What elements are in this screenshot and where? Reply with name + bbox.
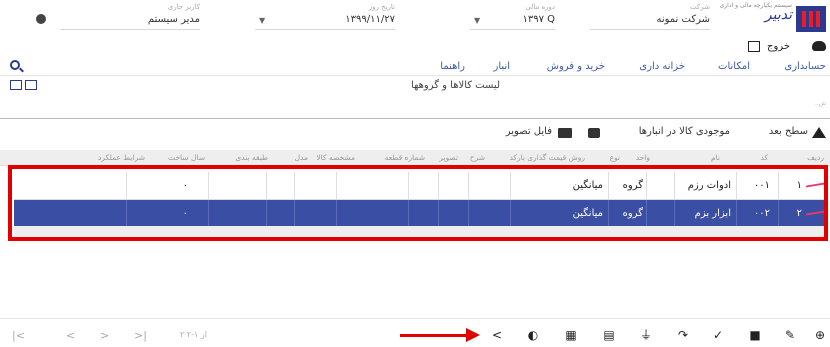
main-menu-bar: حسابداری امکانات خزانه داری خرید و فروش … <box>0 58 830 76</box>
column-header[interactable]: شرح <box>470 153 485 162</box>
redo-icon[interactable]: ↷ <box>677 329 689 341</box>
add-icon[interactable]: ⊕ <box>814 329 826 341</box>
next-level-button[interactable]: سطح بعد <box>769 126 808 137</box>
column-header[interactable]: طبقه بندی <box>235 153 268 162</box>
fiscal-year-caption: دوره مالی <box>525 3 555 11</box>
first-page-button[interactable]: |< <box>12 329 25 342</box>
pie-chart-icon[interactable]: ◐ <box>527 329 539 341</box>
current-user-field: کاربر جاری مدیر سیستم <box>60 3 200 30</box>
next-page-button[interactable]: > <box>100 329 109 342</box>
column-header[interactable]: تصویر <box>439 153 458 162</box>
current-user-value: مدیر سیستم <box>147 14 200 25</box>
page-info: ۲ از ۱-۲ <box>180 330 207 339</box>
menu-item-features[interactable]: امکانات <box>718 61 750 72</box>
date-value: ۱۳۹۹/۱۱/۲۷ <box>345 14 395 25</box>
maximize-icon[interactable] <box>25 80 37 90</box>
column-header[interactable]: شرایط عملکرد <box>98 153 145 162</box>
date-caption: تاریخ روز <box>368 3 395 11</box>
prev-page-button[interactable]: < <box>66 329 75 342</box>
column-header[interactable]: سال ساخت <box>168 153 205 162</box>
annotation-arrow <box>400 334 470 337</box>
restore-icon[interactable] <box>10 80 22 90</box>
last-page-button[interactable]: >| <box>134 329 147 342</box>
menu-item-accounting[interactable]: حسابداری <box>784 61 826 72</box>
date-field[interactable]: تاریخ روز ۱۳۹۹/۱۱/۲۷ ▼ <box>255 3 395 30</box>
top-info-bar: کاربر جاری مدیر سیستم تاریخ روز ۱۳۹۹/۱۱/… <box>0 0 830 34</box>
app-logo: سیستم یکپارچه مالی و اداری تدبیر <box>714 2 826 34</box>
stock-button[interactable]: موجودی کالا در انبارها <box>639 126 730 137</box>
column-header[interactable]: مشخصه کالا <box>316 153 355 162</box>
edit-icon[interactable]: ✎ <box>784 329 796 341</box>
column-header[interactable]: مدل <box>295 153 308 162</box>
print-icon[interactable]: ▤ <box>603 329 615 341</box>
divider <box>0 318 830 319</box>
bottom-bar: |< < > >| ۲ از ۱-۲ < ◐ ▦ ▤ ⏚ ↷ ✓ ■ ✎ ⊕ <box>0 322 830 347</box>
column-header[interactable]: شماره قطعه <box>385 153 425 162</box>
list-toolbar: سطح بعد موجودی کالا در انبارها فایل تصوی… <box>0 122 830 142</box>
column-header[interactable]: روش قیمت گذاری <box>527 153 585 162</box>
image-file-button[interactable]: فایل تصویر <box>506 126 552 137</box>
menu-item-help[interactable]: راهنما <box>440 61 465 72</box>
cloud-icon[interactable] <box>812 41 826 51</box>
search-icon[interactable] <box>10 60 20 70</box>
highlight-frame <box>8 165 828 241</box>
menu-item-warehouse[interactable]: انبار <box>494 61 510 72</box>
company-value: شرکت نمونه <box>656 14 710 25</box>
share-icon[interactable]: < <box>491 329 503 341</box>
exit-label[interactable]: خروج <box>767 41 790 52</box>
stock-icon <box>588 128 600 138</box>
column-header[interactable]: بارکد <box>509 153 525 162</box>
delete-icon[interactable]: ■ <box>749 329 761 341</box>
table-header: ردیف کد نام واحد نوع روش قیمت گذاری بارک… <box>0 150 830 166</box>
image-icon <box>558 128 572 138</box>
company-caption: شرکت <box>690 3 710 11</box>
page-title: لیست کالاها و گروهها <box>410 80 500 91</box>
filter-icon[interactable]: ⏚ <box>640 329 652 341</box>
exit-row: خروج <box>0 38 830 56</box>
column-header[interactable]: واحد <box>636 153 650 162</box>
column-header[interactable]: ردیف <box>807 153 824 162</box>
level-up-icon[interactable] <box>812 127 826 138</box>
page-title-row: لیست کالاها و گروهها <box>0 78 830 94</box>
hint-text: ..ش <box>814 100 826 107</box>
menu-item-sales[interactable]: خرید و فروش <box>547 61 605 72</box>
divider <box>0 118 830 119</box>
fiscal-year-field[interactable]: دوره مالی ۱۳۹۷ Q ▼ <box>470 3 555 30</box>
fiscal-year-value: ۱۳۹۷ Q <box>522 14 555 25</box>
company-field[interactable]: شرکت شرکت نمونه <box>590 3 710 30</box>
column-header[interactable]: نام <box>711 153 720 162</box>
user-icon <box>36 14 46 24</box>
column-header[interactable]: کد <box>760 153 768 162</box>
check-all-icon[interactable]: ✓ <box>712 329 724 341</box>
column-header[interactable]: نوع <box>610 153 620 162</box>
chevron-down-icon[interactable]: ▼ <box>259 16 265 25</box>
menu-item-treasury[interactable]: خزانه داری <box>639 61 685 72</box>
exit-icon[interactable] <box>748 41 760 52</box>
chevron-down-icon[interactable]: ▼ <box>474 16 480 25</box>
annotation-arrow-head <box>466 328 480 342</box>
current-user-caption: کاربر جاری <box>167 3 200 11</box>
excel-icon[interactable]: ▦ <box>565 329 577 341</box>
